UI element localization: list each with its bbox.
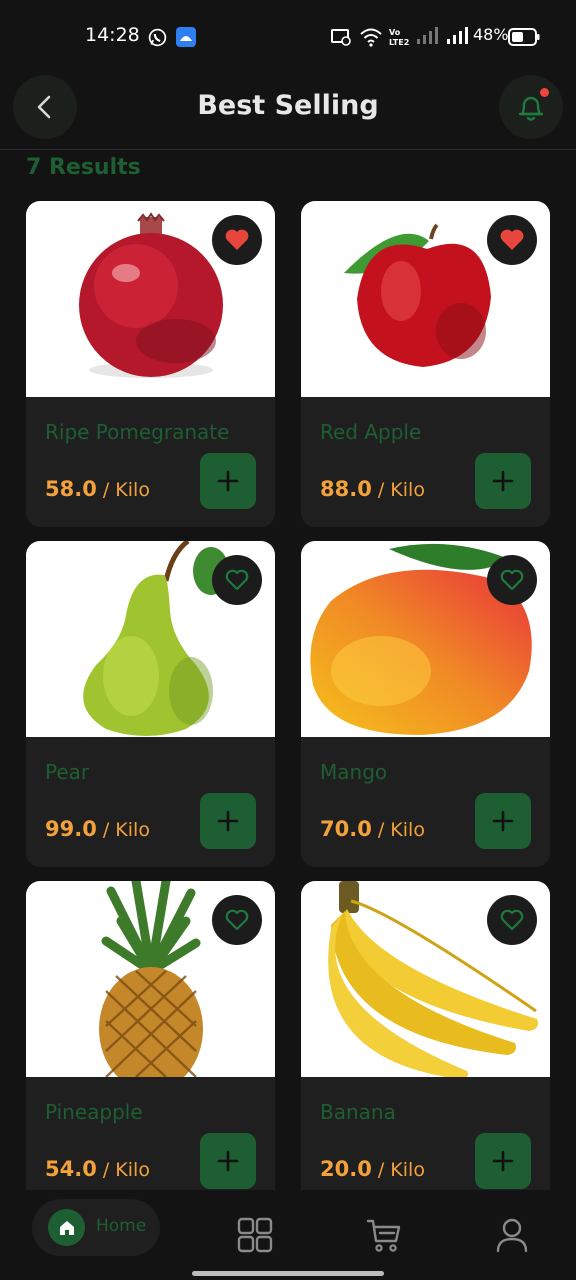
price-unit: / Kilo (96, 479, 150, 501)
bell-icon (518, 96, 544, 121)
product-image-pear (26, 541, 275, 737)
plus-icon (217, 1150, 239, 1172)
plus-icon (217, 810, 239, 832)
product-price: 58.0 / Kilo (45, 477, 150, 501)
price-unit: / Kilo (96, 1159, 150, 1181)
plus-icon (217, 470, 239, 492)
heart-outline-icon (500, 909, 524, 931)
heart-filled-icon (500, 229, 524, 250)
home-icon (59, 1220, 74, 1235)
price-value: 99.0 (45, 817, 97, 841)
product-name: Mango (320, 760, 388, 784)
product-name: Ripe Pomegranate (45, 420, 230, 444)
svg-text:LTE2: LTE2 (389, 38, 409, 47)
product-card[interactable]: Mango 70.0 / Kilo (301, 541, 550, 867)
product-price: 54.0 / Kilo (45, 1157, 150, 1181)
favorite-button[interactable] (487, 555, 537, 605)
product-card[interactable]: Pear 99.0 / Kilo (26, 541, 275, 867)
add-to-cart-button[interactable] (200, 793, 256, 849)
plus-icon (492, 470, 514, 492)
product-price: 20.0 / Kilo (320, 1157, 425, 1181)
add-to-cart-button[interactable] (475, 453, 531, 509)
cart-icon[interactable] (366, 1217, 402, 1253)
product-card[interactable]: Pineapple 54.0 / Kilo (26, 881, 275, 1207)
cast-icon (331, 29, 351, 46)
nav-home[interactable]: Home (32, 1199, 160, 1256)
battery-icon (508, 28, 540, 46)
price-value: 70.0 (320, 817, 372, 841)
product-name: Banana (320, 1100, 396, 1124)
notification-badge (540, 88, 549, 97)
android-debug-icon (176, 27, 196, 47)
plus-icon (492, 810, 514, 832)
price-value: 58.0 (45, 477, 97, 501)
results-count: 7 Results (26, 155, 141, 180)
price-value: 88.0 (320, 477, 372, 501)
app-header: Best Selling (0, 72, 576, 150)
price-unit: / Kilo (371, 479, 425, 501)
product-name: Pineapple (45, 1100, 143, 1124)
signal-icon-sim2 (417, 27, 438, 44)
product-name: Pear (45, 760, 90, 784)
battery-percent: 48% (473, 25, 509, 44)
price-value: 20.0 (320, 1157, 372, 1181)
product-card[interactable]: Red Apple 88.0 / Kilo (301, 201, 550, 527)
add-to-cart-button[interactable] (475, 793, 531, 849)
system-home-indicator[interactable] (192, 1271, 384, 1276)
favorite-button[interactable] (487, 895, 537, 945)
bottom-navigation: Home (0, 1190, 576, 1280)
favorite-button[interactable] (212, 555, 262, 605)
plus-icon (492, 1150, 514, 1172)
heart-outline-icon (225, 569, 249, 591)
wifi-icon (360, 28, 382, 47)
heart-outline-icon (500, 569, 524, 591)
volte-icon: Vo LTE2 (389, 28, 409, 47)
heart-outline-icon (225, 909, 249, 931)
add-to-cart-button[interactable] (475, 1133, 531, 1189)
price-unit: / Kilo (371, 1159, 425, 1181)
add-to-cart-button[interactable] (200, 453, 256, 509)
favorite-button[interactable] (212, 895, 262, 945)
whatsapp-icon (148, 28, 167, 47)
page-title: Best Selling (197, 90, 379, 121)
signal-icon (447, 27, 468, 44)
product-image-apple (301, 201, 550, 397)
nav-home-label: Home (96, 1216, 147, 1236)
product-price: 99.0 / Kilo (45, 817, 150, 841)
grid-icon[interactable] (237, 1217, 273, 1253)
product-price: 88.0 / Kilo (320, 477, 425, 501)
product-price: 70.0 / Kilo (320, 817, 425, 841)
status-bar: 14:28 Vo LTE2 48% (0, 0, 576, 72)
home-icon-badge (48, 1209, 85, 1246)
svg-text:Vo: Vo (389, 28, 401, 37)
profile-icon[interactable] (494, 1217, 530, 1253)
price-unit: / Kilo (96, 819, 150, 841)
product-card[interactable]: Banana 20.0 / Kilo (301, 881, 550, 1207)
product-image-mango (301, 541, 550, 737)
product-name: Red Apple (320, 420, 422, 444)
add-to-cart-button[interactable] (200, 1133, 256, 1189)
price-unit: / Kilo (371, 819, 425, 841)
product-image-pineapple (26, 881, 275, 1077)
notifications-button[interactable] (499, 75, 563, 139)
product-image-banana (301, 881, 550, 1077)
favorite-button[interactable] (212, 215, 262, 265)
heart-filled-icon (225, 229, 249, 250)
product-card[interactable]: Ripe Pomegranate 58.0 / Kilo (26, 201, 275, 527)
product-image-pomegranate (26, 201, 275, 397)
price-value: 54.0 (45, 1157, 97, 1181)
favorite-button[interactable] (487, 215, 537, 265)
status-time: 14:28 (85, 24, 140, 46)
